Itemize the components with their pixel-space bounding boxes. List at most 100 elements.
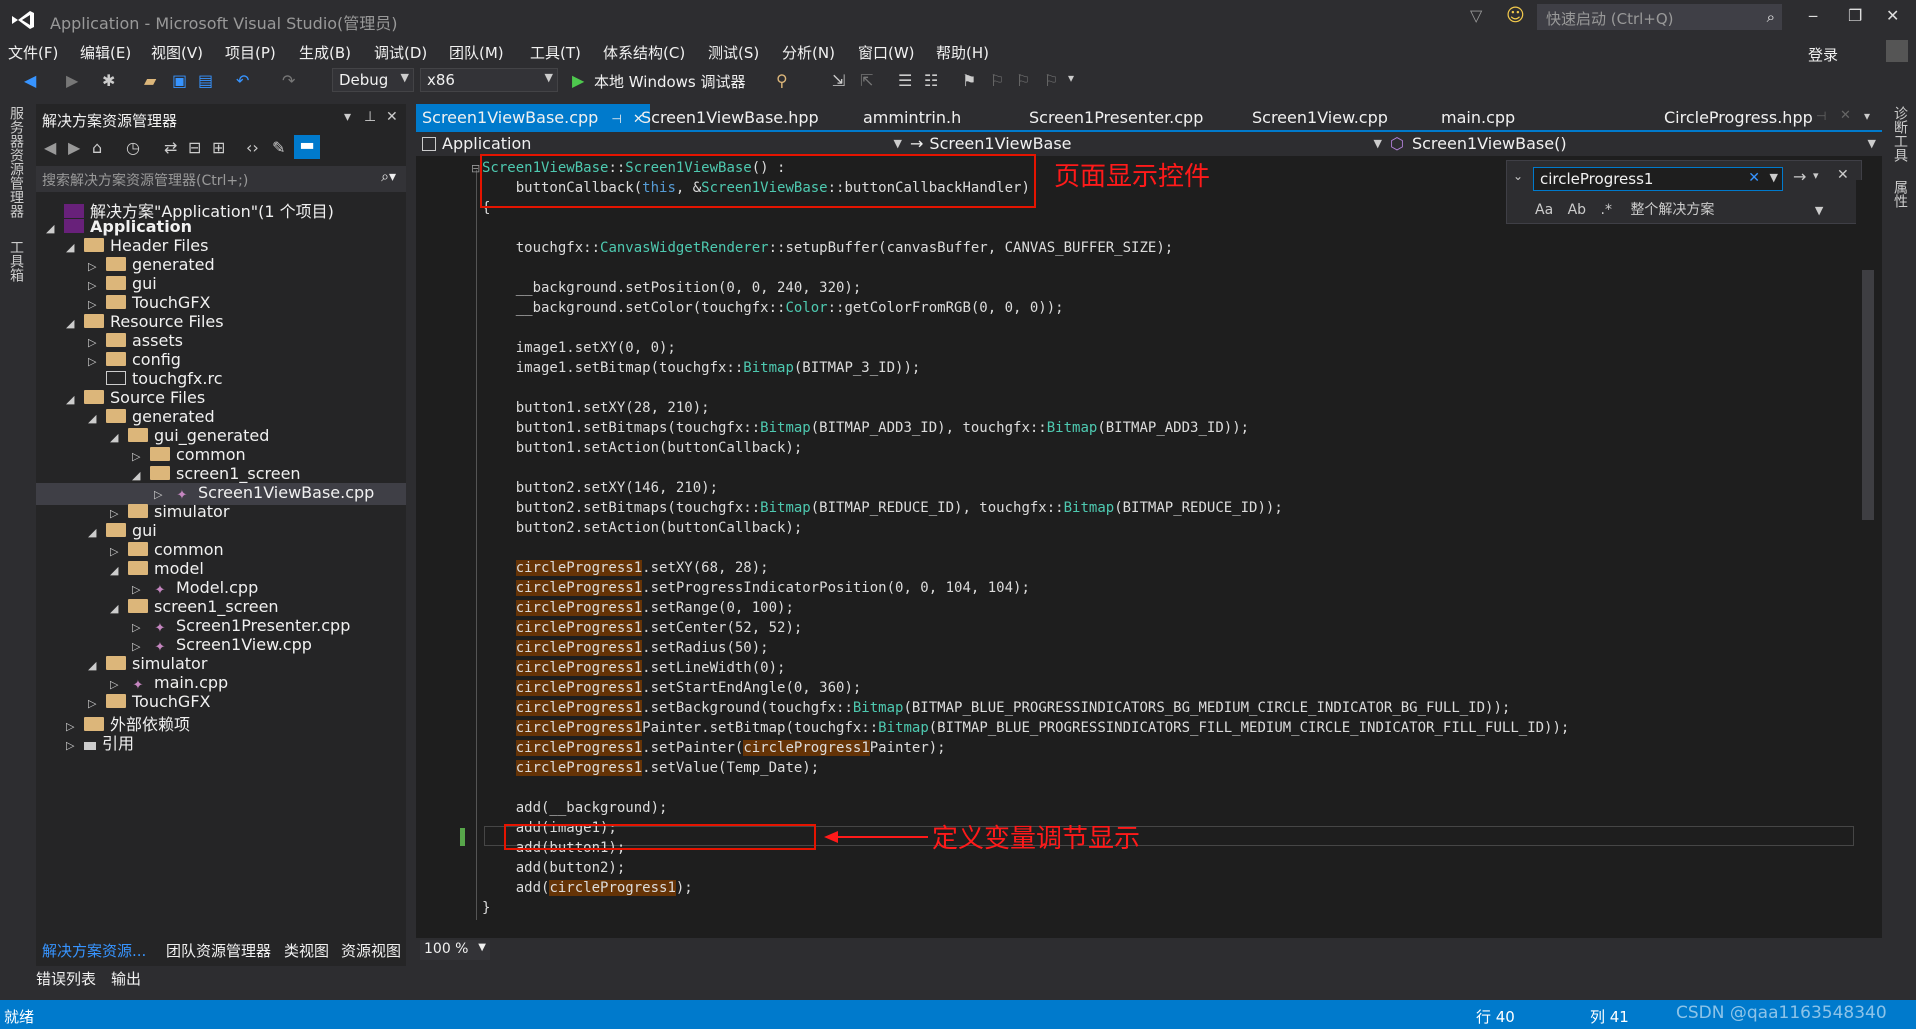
step-over-icon[interactable]: ⇱ bbox=[860, 71, 873, 90]
step-into-icon[interactable]: ⇲ bbox=[832, 71, 845, 90]
menu-build[interactable]: 生成(B) bbox=[299, 42, 351, 63]
expanded-arrow-icon[interactable]: ◢ bbox=[88, 412, 106, 425]
pin-icon[interactable]: ⊣ bbox=[611, 112, 621, 126]
menu-architecture[interactable]: 体系结构(C) bbox=[603, 42, 685, 63]
collapse-region-icon[interactable]: ⊟ bbox=[471, 162, 480, 175]
collapsed-arrow-icon[interactable]: ▷ bbox=[88, 298, 106, 311]
tab-screen1view-cpp[interactable]: Screen1View.cpp bbox=[1252, 108, 1388, 127]
collapsed-arrow-icon[interactable]: ▷ bbox=[110, 678, 128, 691]
preview-icon[interactable]: ▬ bbox=[294, 135, 320, 159]
diagnostic-tools-tab[interactable]: 诊断工具 bbox=[1890, 106, 1910, 162]
collapsed-arrow-icon[interactable]: ▷ bbox=[132, 640, 150, 653]
expanded-arrow-icon[interactable]: ◢ bbox=[110, 564, 128, 577]
expanded-arrow-icon[interactable]: ◢ bbox=[110, 431, 128, 444]
expanded-arrow-icon[interactable]: ◢ bbox=[132, 469, 150, 482]
menu-project[interactable]: 项目(P) bbox=[225, 42, 276, 63]
project-scope-select[interactable]: Application ▼ bbox=[422, 134, 906, 156]
tab-screen1viewbase-cpp[interactable]: Screen1ViewBase.cpp ⊣ ✕ bbox=[416, 104, 650, 130]
expanded-arrow-icon[interactable]: ◢ bbox=[66, 317, 84, 330]
expanded-arrow-icon[interactable]: ◢ bbox=[88, 526, 106, 539]
pin-icon[interactable]: ⊥ bbox=[364, 109, 376, 125]
prev-bookmark-icon[interactable]: ⚐ bbox=[990, 71, 1004, 90]
chevron-down-icon[interactable]: ▼ bbox=[1770, 171, 1778, 184]
collapsed-arrow-icon[interactable]: ▷ bbox=[66, 739, 84, 752]
redo-icon[interactable]: ↷ bbox=[282, 71, 295, 90]
forward-icon[interactable]: ▶ bbox=[66, 71, 78, 90]
properties-wrench-icon[interactable]: ✎ bbox=[272, 138, 285, 157]
find-scope-select[interactable]: 整个解决方案 bbox=[1630, 202, 1714, 218]
view-code-icon[interactable]: ‹› bbox=[246, 138, 259, 157]
vertical-scrollbar[interactable] bbox=[1856, 180, 1880, 940]
member-scope-select[interactable]: ⬡ Screen1ViewBase() ▼ bbox=[1390, 134, 1880, 156]
minimize-button[interactable]: ‒ bbox=[1808, 6, 1818, 25]
tree-item-references[interactable]: ▷ 引用 bbox=[66, 730, 134, 753]
properties-tab[interactable]: 属性 bbox=[1890, 180, 1910, 208]
expanded-arrow-icon[interactable]: ◢ bbox=[46, 222, 64, 235]
back-icon[interactable]: ◀ bbox=[24, 71, 36, 90]
restore-button[interactable]: ❐ bbox=[1848, 6, 1862, 25]
indent-icon[interactable]: ☰ bbox=[898, 71, 912, 90]
whole-word-icon[interactable]: Ab bbox=[1568, 202, 1586, 218]
find-input[interactable]: circleProgress1 ✕ ▼ bbox=[1533, 167, 1783, 191]
new-project-icon[interactable]: ✱ bbox=[102, 71, 115, 90]
save-all-icon[interactable]: ▤ bbox=[198, 71, 213, 90]
tab-error-list[interactable]: 错误列表 bbox=[36, 968, 96, 989]
undo-icon[interactable]: ↶ bbox=[236, 71, 249, 90]
sync-icon[interactable]: ⇄ bbox=[164, 138, 177, 157]
collapsed-arrow-icon[interactable]: ▷ bbox=[88, 355, 106, 368]
tab-screen1viewbase-hpp[interactable]: Screen1ViewBase.hpp bbox=[641, 108, 819, 127]
bookmark-icon[interactable]: ⚑ bbox=[962, 71, 976, 90]
save-icon[interactable]: ▣ bbox=[172, 71, 187, 90]
collapse-icon[interactable]: ⊟ bbox=[188, 138, 201, 157]
menu-window[interactable]: 窗口(W) bbox=[858, 42, 915, 63]
back-icon[interactable]: ◀ bbox=[44, 138, 56, 157]
collapsed-arrow-icon[interactable]: ▷ bbox=[132, 450, 150, 463]
open-folder-icon[interactable]: ▰ bbox=[144, 71, 156, 90]
tab-screen1presenter-cpp[interactable]: Screen1Presenter.cpp bbox=[1029, 108, 1203, 127]
scroll-thumb[interactable] bbox=[1862, 270, 1874, 520]
find-next-icon[interactable]: → bbox=[1793, 167, 1806, 186]
platform-select[interactable]: x86 ▼ bbox=[420, 68, 558, 92]
toggle-replace-icon[interactable]: ⌄ bbox=[1513, 169, 1523, 183]
menu-file[interactable]: 文件(F) bbox=[8, 42, 58, 63]
close-icon[interactable]: ✕ bbox=[386, 109, 398, 125]
account-icon[interactable] bbox=[1886, 40, 1908, 62]
find-in-files-icon[interactable]: ⚲ bbox=[776, 71, 788, 90]
feedback-smiley-icon[interactable]: ☺ bbox=[1506, 5, 1525, 26]
expanded-arrow-icon[interactable]: ◢ bbox=[110, 602, 128, 615]
find-options-icon[interactable]: ▾ bbox=[1813, 169, 1819, 182]
clear-bookmarks-icon[interactable]: ⚐ bbox=[1044, 71, 1058, 90]
close-button[interactable]: ✕ bbox=[1886, 6, 1899, 25]
zoom-select[interactable]: 100 % ▼ bbox=[420, 940, 490, 960]
collapsed-arrow-icon[interactable]: ▷ bbox=[88, 697, 106, 710]
collapsed-arrow-icon[interactable]: ▷ bbox=[88, 336, 106, 349]
server-explorer-tab[interactable]: 服务器资源管理器 bbox=[6, 106, 26, 218]
collapsed-arrow-icon[interactable]: ▷ bbox=[88, 279, 106, 292]
tab-resource-view[interactable]: 资源视图 bbox=[341, 940, 401, 961]
collapsed-arrow-icon[interactable]: ▷ bbox=[132, 583, 150, 596]
start-debug-icon[interactable]: ▶ bbox=[572, 71, 584, 90]
pin-icon[interactable]: ⊣ bbox=[1816, 109, 1826, 123]
chevron-down-icon[interactable]: ▼ bbox=[1815, 204, 1823, 217]
login-link[interactable]: 登录 bbox=[1808, 44, 1838, 65]
expanded-arrow-icon[interactable]: ◢ bbox=[66, 393, 84, 406]
debugger-select[interactable]: 本地 Windows 调试器 bbox=[594, 71, 746, 92]
menu-tools[interactable]: 工具(T) bbox=[530, 42, 581, 63]
regex-icon[interactable]: .* bbox=[1601, 202, 1612, 218]
filter-icon[interactable]: ▽ bbox=[1470, 6, 1482, 25]
collapsed-arrow-icon[interactable]: ▷ bbox=[110, 545, 128, 558]
collapsed-arrow-icon[interactable]: ▷ bbox=[154, 488, 172, 501]
expanded-arrow-icon[interactable]: ◢ bbox=[66, 241, 84, 254]
tab-output[interactable]: 输出 bbox=[111, 968, 141, 989]
close-icon[interactable]: ✕ bbox=[1837, 167, 1849, 183]
menu-edit[interactable]: 编辑(E) bbox=[80, 42, 131, 63]
configuration-select[interactable]: Debug ▼ bbox=[332, 68, 414, 92]
menu-debug[interactable]: 调试(D) bbox=[374, 42, 427, 63]
toolbar-overflow-icon[interactable]: ▾ bbox=[1068, 71, 1074, 85]
tab-ammintrin-h[interactable]: ammintrin.h bbox=[863, 108, 961, 127]
match-case-icon[interactable]: Aa bbox=[1535, 202, 1553, 218]
solution-search-input[interactable]: 搜索解决方案资源管理器(Ctrl+;) ⌕▾ bbox=[36, 166, 406, 192]
tab-team-explorer[interactable]: 团队资源管理器 bbox=[166, 940, 271, 961]
collapsed-arrow-icon[interactable]: ▷ bbox=[88, 260, 106, 273]
home-icon[interactable]: ⌂ bbox=[92, 138, 102, 157]
